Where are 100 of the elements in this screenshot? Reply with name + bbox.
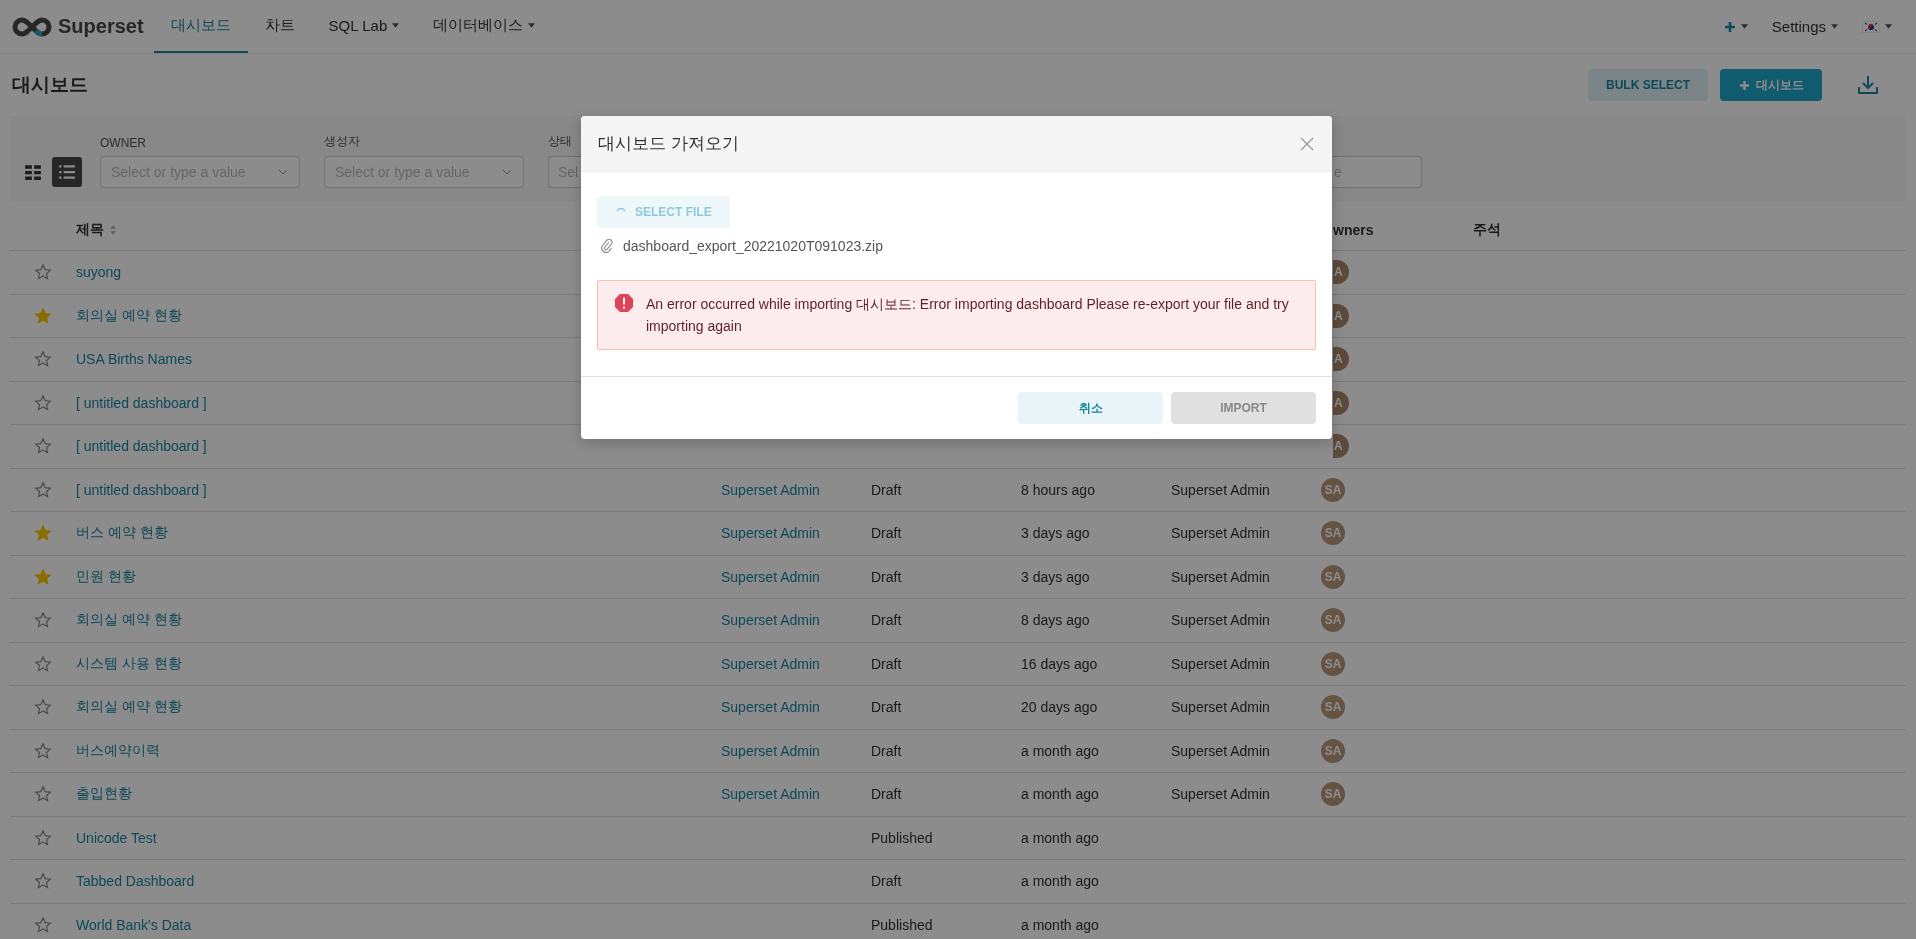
download-icon[interactable] — [1856, 73, 1880, 97]
creator-name: Superset Admin — [1171, 655, 1270, 672]
owner-avatar: SA — [1321, 477, 1345, 502]
user-link[interactable]: Superset Admin — [721, 786, 820, 803]
filter-label: OWNER — [100, 136, 146, 150]
star-icon[interactable] — [34, 437, 52, 456]
filter-label: 생성자 — [324, 133, 360, 150]
sort-icon[interactable] — [110, 225, 116, 235]
status-text: Draft — [871, 873, 902, 890]
dashboard-link[interactable]: [ untitled dashboard ] — [76, 481, 207, 498]
dashboard-link[interactable]: World Bank's Data — [76, 916, 192, 933]
error-icon — [614, 293, 634, 313]
star-icon[interactable] — [34, 785, 52, 804]
status-text: Published — [871, 829, 933, 846]
status-text: Draft — [871, 786, 902, 803]
dashboard-link[interactable]: 회의실 예약 현황 — [76, 611, 182, 630]
star-icon[interactable] — [34, 263, 52, 282]
modified-time: 20 days ago — [1021, 699, 1098, 716]
owner-avatar: A — [1333, 434, 1349, 459]
caret-icon — [1740, 24, 1748, 29]
user-link[interactable]: Superset Admin — [721, 481, 820, 498]
modified-time: a month ago — [1021, 786, 1099, 803]
user-link[interactable]: Superset Admin — [721, 699, 820, 716]
dashboard-link[interactable]: [ untitled dashboard ] — [76, 438, 207, 455]
list-view-button[interactable] — [52, 157, 82, 187]
user-link[interactable]: Superset Admin — [721, 525, 820, 542]
dashboard-link[interactable]: suyong — [76, 264, 122, 281]
status-text: Draft — [871, 742, 902, 759]
star-icon[interactable] — [34, 654, 52, 673]
user-link[interactable]: Superset Admin — [721, 612, 820, 629]
dashboard-link[interactable]: 회의실 예약 현황 — [76, 698, 182, 717]
status-text: Draft — [871, 568, 902, 585]
nav-tab[interactable]: SQL Lab — [311, 0, 417, 53]
creator-name: Superset Admin — [1171, 786, 1270, 803]
status-text: Draft — [871, 655, 902, 672]
filter-label: 상태 — [548, 133, 572, 150]
status-text: Draft — [871, 481, 902, 498]
star-icon[interactable] — [34, 611, 52, 630]
dashboard-link[interactable]: 출입현황 — [76, 785, 132, 804]
star-icon[interactable] — [34, 828, 52, 847]
column-header: wners — [1333, 222, 1374, 238]
owner-avatar: A — [1333, 260, 1349, 285]
error-message: An error occurred while importing 대시보드: Error importing dashboard Please re-export your file and try importing again — [646, 295, 1290, 336]
star-icon[interactable] — [34, 306, 52, 325]
caret-icon — [392, 23, 400, 28]
modified-time: 3 days ago — [1021, 568, 1090, 585]
dashboard-link[interactable]: Unicode Test — [76, 829, 157, 846]
user-link[interactable]: Superset Admin — [721, 568, 820, 585]
bulk-select-button[interactable]: BULK SELECT — [1588, 69, 1708, 101]
chevron-icon — [278, 169, 288, 175]
status-text: Draft — [871, 699, 902, 716]
star-icon[interactable] — [34, 741, 52, 760]
select-file-button[interactable]: SELECT FILE — [597, 196, 730, 228]
list-icon — [58, 163, 76, 181]
nav-tab[interactable]: 차트 — [247, 0, 312, 53]
column-header: 주석 — [1473, 221, 1501, 237]
star-icon[interactable] — [34, 393, 52, 412]
modified-time: a month ago — [1021, 829, 1099, 846]
owner-avatar: SA — [1321, 782, 1345, 807]
user-link[interactable]: Superset Admin — [721, 655, 820, 672]
star-icon[interactable] — [34, 567, 52, 586]
star-icon[interactable] — [34, 350, 52, 369]
owner-avatar: A — [1333, 390, 1349, 415]
dashboard-link[interactable]: 민원 현황 — [76, 567, 136, 586]
modified-time: a month ago — [1021, 916, 1099, 933]
cancel-button[interactable]: 취소 — [1018, 392, 1163, 424]
nav-tab[interactable]: 데이터베이스 — [416, 0, 553, 53]
owner-avatar: SA — [1321, 738, 1345, 763]
creator-name: Superset Admin — [1171, 742, 1270, 759]
settings-menu[interactable]: Settings — [1759, 18, 1850, 35]
add-dashboard-button[interactable]: 대시보드 — [1720, 69, 1822, 101]
star-icon[interactable] — [34, 872, 52, 891]
owner-avatar: SA — [1321, 521, 1345, 546]
star-icon[interactable] — [34, 698, 52, 717]
star-icon[interactable] — [34, 524, 52, 543]
star-icon[interactable] — [34, 915, 52, 934]
dashboard-link[interactable]: Tabbed Dashboard — [76, 873, 195, 890]
status-text: Draft — [871, 525, 902, 542]
dashboard-link[interactable]: 회의실 예약 현황 — [76, 306, 182, 325]
creator-name: Superset Admin — [1171, 525, 1270, 542]
modal-title: 대시보드 가져오기 — [598, 133, 739, 155]
caret-icon — [528, 23, 536, 28]
column-header[interactable]: 제목 — [76, 221, 104, 239]
caret-icon — [1831, 24, 1838, 29]
dashboard-link[interactable]: 버스예약이력 — [76, 741, 160, 760]
creator-name: Superset Admin — [1171, 612, 1270, 629]
modified-time: a month ago — [1021, 873, 1099, 890]
dashboard-link[interactable]: [ untitled dashboard ] — [76, 394, 207, 411]
close-icon[interactable] — [1300, 136, 1314, 151]
modified-time: 16 days ago — [1021, 655, 1098, 672]
user-link[interactable]: Superset Admin — [721, 742, 820, 759]
star-icon[interactable] — [34, 480, 52, 499]
flag-icon — [1862, 20, 1880, 33]
dashboard-link[interactable]: 시스템 사용 현황 — [76, 654, 182, 673]
modified-time: 8 days ago — [1021, 612, 1090, 629]
page-title: 대시보드 — [12, 73, 88, 97]
dashboard-link[interactable]: 버스 예약 현황 — [76, 524, 168, 543]
nav-tab[interactable]: 대시보드 — [153, 0, 248, 53]
dashboard-link[interactable]: USA Births Names — [76, 351, 192, 368]
caret-icon — [1885, 24, 1892, 29]
